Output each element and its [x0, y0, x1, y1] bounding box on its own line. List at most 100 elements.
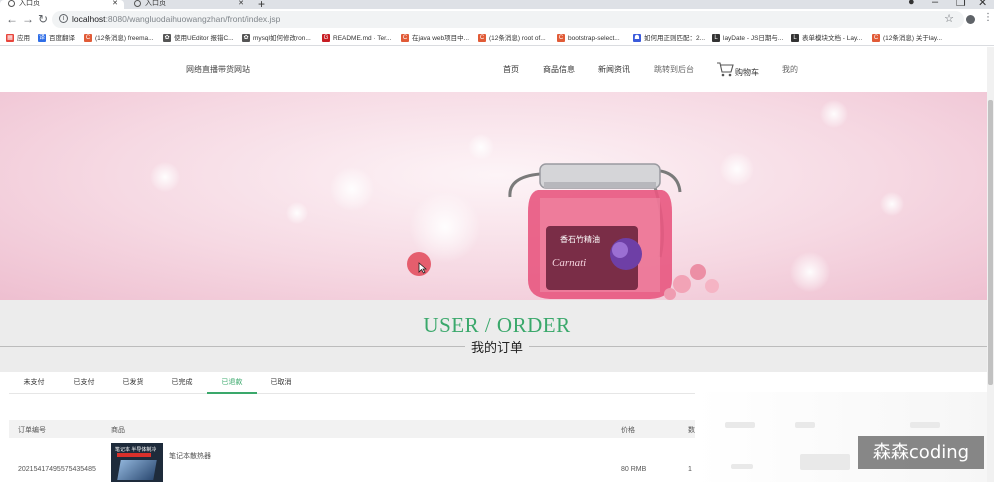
layui-icon: L [712, 34, 720, 42]
nav-products[interactable]: 商品信息 [543, 64, 575, 75]
nav-home[interactable]: 首页 [503, 64, 519, 75]
baidu-icon: ☗ [633, 34, 641, 42]
bookmark-item[interactable]: ✿ mysql如何修改ron... [242, 34, 311, 43]
close-tab-icon[interactable]: ✕ [112, 0, 118, 7]
tab-unpaid[interactable]: 未支付 [9, 372, 59, 394]
order-table-header: 订单编号 商品 价格 数 [9, 420, 695, 438]
csdn-icon: C [872, 34, 880, 42]
bookmark-item[interactable]: L 表单模块文档 - Lay... [791, 34, 862, 43]
hero-banner: 香石竹精油 Carnati [0, 92, 994, 300]
tab-paid[interactable]: 已支付 [59, 372, 109, 394]
bookmark-item[interactable]: G README.md · Ter... [322, 34, 391, 43]
bokeh-light [880, 192, 904, 216]
svg-text:香石竹精油: 香石竹精油 [560, 234, 600, 244]
nav-cart[interactable]: 购物车 [735, 67, 759, 78]
ghost-button [800, 454, 850, 470]
tab-refunded[interactable]: 已退款 [207, 372, 257, 394]
site-info-icon[interactable]: i [59, 14, 68, 23]
bokeh-light [286, 202, 308, 224]
cnblogs-icon: ✿ [242, 34, 250, 42]
bookmark-item[interactable]: C (12条消息) 关于lay... [872, 34, 942, 43]
tab-completed[interactable]: 已完成 [157, 372, 207, 394]
column-order-no: 订单编号 [18, 427, 46, 434]
browser-tab-strip: 入口页 ✕ 入口页 ✕ + ● – ❐ ✕ [0, 0, 994, 9]
plus-icon[interactable]: + [258, 0, 265, 9]
nav-mine[interactable]: 我的 [782, 64, 798, 75]
bookmark-label: bootstrap-select... [568, 35, 620, 42]
cart-icon[interactable] [716, 61, 734, 77]
csdn-icon: C [478, 34, 486, 42]
product-price: 80 RMB [621, 466, 647, 473]
cnblogs-icon: ✿ [163, 34, 171, 42]
tab-cancelled[interactable]: 已取消 [256, 372, 306, 394]
browser-toolbar: ← → ↻ i localhost:8080/wangluodaihuowang… [0, 9, 994, 31]
bookmark-label: (12条消息) root of... [489, 35, 546, 42]
bookmark-item[interactable]: C (12条消息) freema... [84, 34, 154, 43]
ghost-column [795, 422, 815, 428]
bookmark-label: README.md · Ter... [333, 35, 392, 42]
order-status-tabs: 未支付 已支付 已发货 已完成 已退款 已取消 [9, 372, 695, 394]
svg-text:Carnati: Carnati [552, 257, 586, 269]
bookmark-item[interactable]: C 在java web项目中... [401, 34, 469, 43]
site-title: 网络直播带货网站 [186, 65, 250, 74]
more-menu-icon[interactable]: ⋮ [983, 12, 993, 23]
order-number: 20215417495575435485 [18, 466, 96, 473]
bookmark-item[interactable]: ▦ 应用 [6, 34, 30, 43]
close-tab-icon[interactable]: ✕ [238, 0, 244, 7]
nav-news[interactable]: 新闻资讯 [598, 64, 630, 75]
bookmark-item[interactable]: 译百度翻译 [38, 34, 75, 43]
tab-search-icon[interactable]: ● [908, 0, 915, 8]
bokeh-light [330, 167, 374, 211]
bookmark-item[interactable]: ✿ 使用UEditor 报错C... [163, 34, 234, 43]
browser-tab-active[interactable]: 入口页 ✕ [0, 0, 124, 9]
csdn-icon: C [401, 34, 409, 42]
ghost-column [910, 422, 940, 428]
column-qty: 数 [688, 427, 695, 434]
bookmark-label: layDate - JS日期与... [723, 35, 784, 42]
product-thumbnail[interactable]: 笔记本 半导体制冷 [111, 443, 163, 482]
section-title: USER / ORDER [423, 313, 571, 337]
bookmark-item[interactable]: C (12条消息) root of... [478, 34, 546, 43]
gitee-icon: G [322, 34, 330, 42]
bokeh-light [790, 252, 830, 292]
bokeh-light [150, 162, 180, 192]
site-header: 网络直播带货网站 首页 商品信息 新闻资讯 跳转到后台 购物车 我的 [0, 47, 994, 92]
section-subtitle: 我的订单 [0, 337, 994, 356]
minimize-icon[interactable]: – [932, 0, 938, 8]
bookmark-label: 如何用正则匹配：2... [644, 35, 706, 42]
back-icon[interactable]: ← [6, 12, 18, 26]
laptop-image [117, 460, 157, 480]
tab-shipped[interactable]: 已发货 [108, 372, 158, 394]
reload-icon[interactable]: ↻ [38, 12, 48, 26]
scrollbar-thumb[interactable] [988, 100, 993, 385]
bookmark-label: 使用UEditor 报错C... [174, 35, 234, 42]
globe-icon [8, 0, 15, 7]
order-title-band: USER / ORDER 我的订单 [0, 300, 994, 372]
close-window-icon[interactable]: ✕ [978, 0, 987, 9]
bookmark-label: 百度翻译 [49, 35, 75, 42]
bookmarks-bar: ▦ 应用译百度翻译 C (12条消息) freema... ✿ 使用UEditor 报错C… [0, 31, 994, 46]
bookmark-item[interactable]: ☗ 如何用正则匹配：2... [633, 34, 705, 43]
profile-avatar-icon[interactable] [966, 15, 975, 24]
product-name[interactable]: 笔记本散热器 [169, 451, 211, 461]
bookmark-item[interactable]: Cbootstrap-select... [557, 34, 620, 43]
watermark: 森森coding [858, 436, 984, 469]
bookmark-star-icon[interactable]: ☆ [944, 12, 954, 25]
translate-icon: 译 [38, 34, 46, 42]
tab-title: 入口页 [19, 0, 40, 7]
bookmark-label: (12条消息) freema... [95, 35, 154, 42]
forward-icon[interactable]: → [22, 12, 34, 26]
bookmark-item[interactable]: LlayDate - JS日期与... [712, 34, 783, 43]
apps-grid-icon: ▦ [6, 34, 14, 42]
bokeh-light [820, 100, 848, 128]
url-text: localhost:8080/wangluodaihuowangzhan/fro… [72, 14, 281, 24]
mouse-pointer-icon [418, 262, 427, 274]
browser-tab[interactable]: 入口页 ✕ [126, 0, 250, 9]
layui-icon: L [791, 34, 799, 42]
bookmark-label: 在java web项目中... [412, 35, 470, 42]
address-bar[interactable]: i localhost:8080/wangluodaihuowangzhan/f… [52, 11, 964, 28]
column-price: 价格 [621, 427, 635, 434]
restore-icon[interactable]: ❐ [956, 0, 966, 9]
nav-admin[interactable]: 跳转到后台 [654, 64, 694, 75]
tab-title: 入口页 [145, 0, 166, 7]
